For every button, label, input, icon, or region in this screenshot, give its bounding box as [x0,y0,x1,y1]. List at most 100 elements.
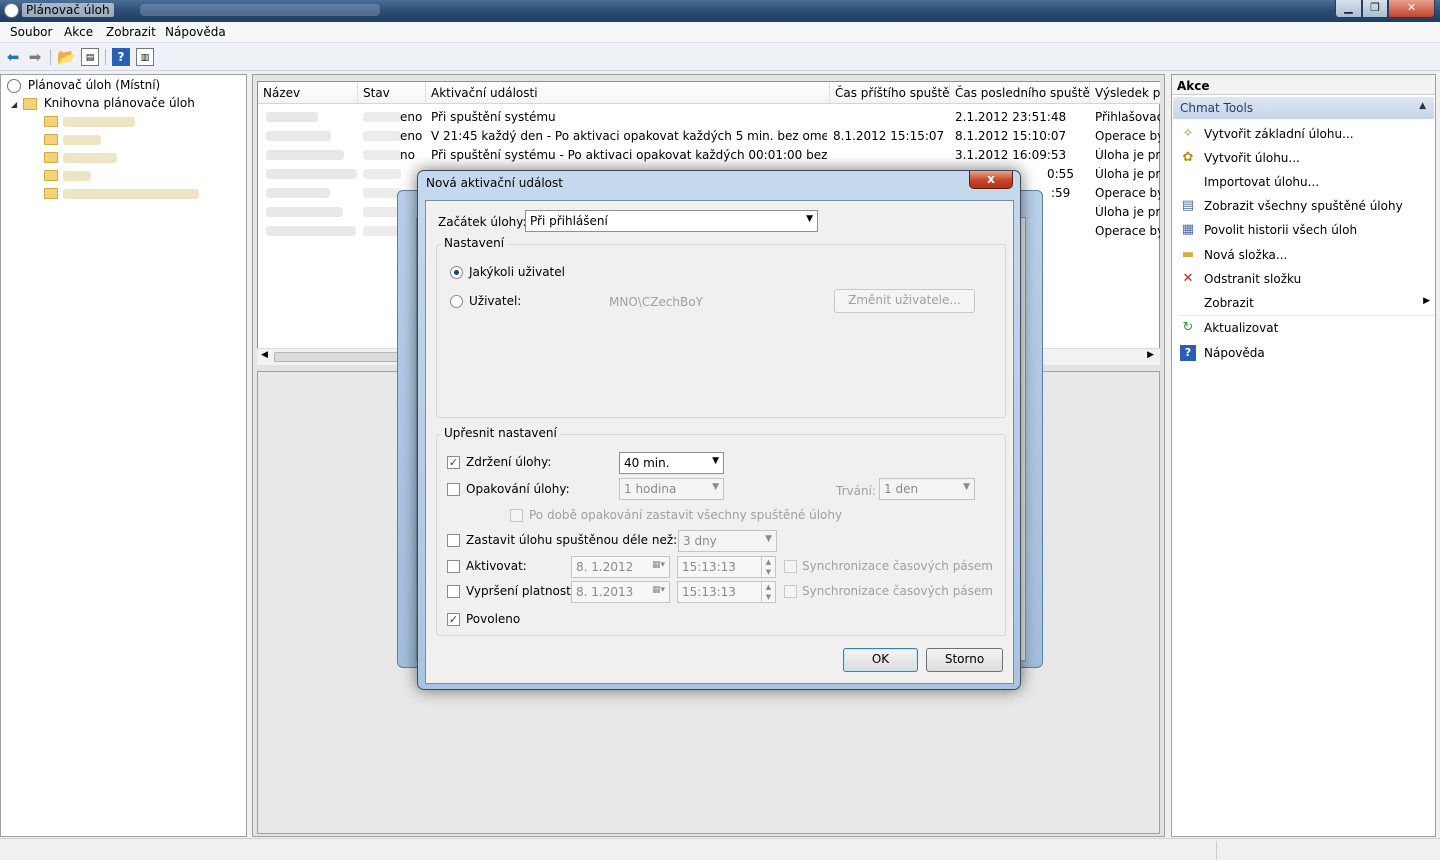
dropdown-arrow-icon: ▼ [806,214,813,224]
cancel-button[interactable]: Storno [926,648,1003,672]
duration-select[interactable]: 1 den ▼ [879,478,975,500]
start-task-select[interactable]: Při přihlášení ▼ [525,210,818,232]
action-item[interactable]: Zobrazit ▶ [1180,292,1434,316]
stop-longer-label: Zastavit úlohu spuštěnou déle než: [466,533,678,547]
toolbar-separator [105,49,106,65]
back-arrow-icon[interactable]: ⬅ [4,48,22,66]
repeat-select[interactable]: 1 hodina ▼ [619,478,724,500]
refresh-icon: ↻ [1182,320,1194,335]
activate-checkbox[interactable] [447,560,460,573]
table-row[interactable]: eno V 21:45 každý den - Po aktivaci opako… [258,127,1161,146]
delay-select[interactable]: 40 min. ▼ [619,452,724,474]
stop-longer-select[interactable]: 3 dny ▼ [678,530,777,552]
title-bar: Plánovač úloh ▁ ❐ ✕ [0,0,1440,22]
menu-bar: Soubor Akce Zobrazit Nápověda [0,22,1440,43]
action-item[interactable]: ▤ Zobrazit všechny spuštěné úlohy [1180,195,1434,219]
delay-label: Zdržení úlohy: [466,455,552,469]
collapse-up-icon[interactable]: ▲ [1419,101,1426,111]
action-item[interactable]: ✕ Odstranit složku [1180,268,1434,292]
show-hide-tree-icon[interactable]: ▤ [81,48,99,66]
column-header-triggers[interactable]: Aktivační události [426,82,830,104]
scroll-right-icon[interactable]: ▶ [1147,350,1154,360]
action-item[interactable]: ↻ Aktualizovat [1180,317,1434,341]
tree-item-blurred[interactable] [63,117,135,127]
table-row[interactable]: no Při spuštění systému - Po aktivaci opa… [258,146,1161,165]
menu-file[interactable]: Soubor [10,25,52,39]
tree-item-blurred[interactable] [63,171,91,181]
stop-all-checkbox[interactable] [510,509,523,522]
table-row[interactable]: eno Při spuštění systému 2.1.2012 23:51:48… [258,108,1161,127]
enabled-checkbox[interactable]: ✓ [447,613,460,626]
activate-date-picker[interactable]: 8. 1.2012 ▦▾ [571,556,670,578]
expire-sync-checkbox[interactable] [784,585,797,598]
close-button[interactable]: ✕ [1388,0,1435,18]
forward-arrow-icon[interactable]: ➡ [26,48,44,66]
table-cell-last: 3.1.2012 16:09:53 [955,148,1067,162]
history-icon: ▦ [1181,222,1195,237]
window-title: Plánovač úloh [22,3,114,17]
table-cell-trigger: V 21:45 každý den - Po aktivaci opakovat… [431,129,827,143]
menu-help[interactable]: Nápověda [165,25,226,39]
spin-arrows-icon[interactable]: ▲ ▼ [761,557,775,577]
delay-checkbox[interactable]: ✓ [447,456,460,469]
action-item[interactable]: ? Nápověda [1180,342,1434,366]
repeat-checkbox[interactable] [447,483,460,496]
duration-value: 1 den [884,482,919,496]
show-hide-action-pane-icon[interactable]: ▥ [136,48,154,66]
enabled-label: Povoleno [466,612,521,626]
action-item[interactable]: Importovat úlohu... [1180,171,1434,195]
expire-checkbox[interactable] [447,585,460,598]
maximize-button[interactable]: ❐ [1362,0,1388,18]
task-name-blurred [266,207,343,217]
ok-button[interactable]: OK [843,648,918,672]
minimize-button[interactable]: ▁ [1335,0,1362,18]
menu-action[interactable]: Akce [64,25,93,39]
dialog-close-button[interactable]: x [969,171,1013,189]
dropdown-arrow-icon: ▼ [712,482,719,492]
clock-icon [7,78,21,93]
action-item-label: Vytvořit úlohu... [1204,151,1300,165]
column-header-name[interactable]: Název [258,82,358,104]
column-header-last-result[interactable]: Výsledek pos [1090,82,1161,104]
repeat-label: Opakování úlohy: [466,482,570,496]
column-header-last-run[interactable]: Čas posledního spuštění [950,82,1090,104]
calendar-dropdown-icon[interactable]: ▦▾ [652,585,665,595]
tree-item-blurred[interactable] [63,189,199,199]
any-user-radio[interactable] [450,266,463,279]
column-header-next-run[interactable]: Čas příštího spuštění [830,82,950,104]
tree-item-blurred[interactable] [63,153,117,163]
change-user-button[interactable]: Změnit uživatele... [834,289,975,313]
table-cell-result: Přihlašovací [1095,110,1160,124]
tree-root-label: Plánovač úloh (Místní) [27,78,161,92]
action-item[interactable]: ▬ Nová složka... [1180,244,1434,268]
activate-sync-checkbox[interactable] [784,560,797,573]
expire-date-picker[interactable]: 8. 1.2013 ▦▾ [571,581,670,603]
stop-longer-checkbox[interactable] [447,534,460,547]
task-status-blurred [363,226,401,236]
expand-arrow-icon[interactable]: ◢ [11,100,17,109]
action-item-label: Vytvořit základní úlohu... [1204,127,1354,141]
scroll-left-icon[interactable]: ◀ [261,350,268,360]
help-icon[interactable]: ? [112,48,130,66]
specific-user-radio[interactable] [450,295,463,308]
specific-user-label[interactable]: Uživatel: [469,294,521,308]
up-folder-icon[interactable]: 📂 [57,48,76,66]
dropdown-arrow-icon: ▼ [712,456,719,466]
action-item[interactable]: ▦ Povolit historii všech úloh [1180,219,1434,243]
menu-view[interactable]: Zobrazit [106,25,156,39]
action-item[interactable]: ✿ Vytvořit úlohu... [1180,147,1434,171]
action-item[interactable]: ✧ Vytvořit základní úlohu... [1180,123,1434,147]
dialog-body: Začátek úlohy: Při přihlášení ▼ Nastaven… [425,200,1014,684]
tree-root[interactable]: Plánovač úloh (Místní) [7,78,160,93]
tree-library[interactable]: ◢ Knihovna plánovače úloh [11,96,195,110]
task-name-blurred [266,226,356,236]
activate-time-spinner[interactable]: 15:13:13 ▲ ▼ [677,556,776,578]
any-user-label[interactable]: Jakýkoli uživatel [469,265,565,279]
actions-group-header[interactable]: Chmat Tools ▲ [1173,97,1434,119]
tree-item-blurred[interactable] [63,135,101,145]
column-header-status[interactable]: Stav [358,82,426,104]
folder-icon [44,134,58,145]
expire-time-spinner[interactable]: 15:13:13 ▲ ▼ [677,581,776,603]
spin-arrows-icon[interactable]: ▲ ▼ [761,582,775,602]
calendar-dropdown-icon[interactable]: ▦▾ [652,560,665,570]
